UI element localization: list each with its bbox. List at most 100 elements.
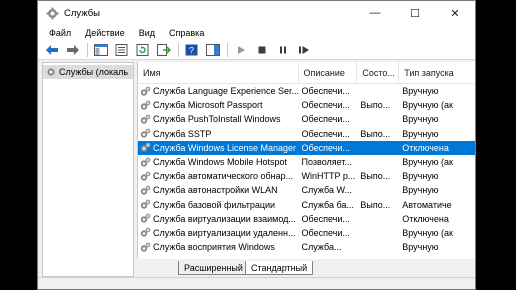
table-row[interactable]: Служба восприятия Windows Служба... Вручну… — [138, 240, 475, 254]
service-startup-type-cell-text: Отключена — [402, 213, 449, 224]
menu-action[interactable]: Действие — [78, 28, 132, 38]
properties-icon[interactable] — [114, 42, 130, 58]
service-status-cell: Выпо... — [357, 98, 399, 112]
menu-view[interactable]: Вид — [132, 28, 162, 38]
service-description-cell: Обеспечи... — [299, 112, 358, 126]
back-icon[interactable] — [44, 42, 60, 58]
service-name-cell: Служба Microsoft Passport — [138, 98, 299, 112]
export-list-icon[interactable] — [156, 42, 172, 58]
service-startup-type-cell: Вручную — [399, 84, 475, 98]
table-row[interactable]: Служба Language Experience Ser... Обеспеч… — [138, 84, 475, 98]
maximize-button[interactable]: ☐ — [395, 1, 435, 25]
services-window: Службы — ☐ ✕ Файл Действие Вид Справка ?… — [37, 0, 476, 290]
table-row[interactable]: Служба автоматического обнар... WinHTTP p… — [138, 169, 475, 183]
forward-icon[interactable] — [65, 42, 81, 58]
service-startup-type-cell: Вручную — [399, 169, 475, 183]
service-name-cell: Служба Windows License Manager — [138, 141, 299, 155]
service-description-cell: Служба W... — [299, 183, 358, 197]
service-startup-type-cell: Отключена — [399, 141, 475, 155]
service-status-cell: Выпо... — [357, 127, 399, 141]
table-row[interactable]: Служба автонастройки WLAN Служба W... Вруч… — [138, 183, 475, 197]
title-bar[interactable]: Службы — ☐ ✕ — [38, 1, 475, 25]
table-row[interactable]: Служба базовой фильтрации Служба ба... Вып… — [138, 198, 475, 212]
service-startup-type-cell-text: Автоматиче — [402, 199, 452, 210]
service-name-cell-text: Служба восприятия Windows — [153, 242, 275, 253]
gear-icon — [140, 86, 151, 96]
pause-service-icon[interactable] — [275, 42, 291, 58]
menu-file[interactable]: Файл — [42, 28, 78, 38]
services-list-pane: Имя Описание Состо... Тип запуска Служба… — [137, 62, 475, 259]
column-header-status[interactable]: Состо... — [357, 62, 400, 84]
service-name-cell: Служба автонастройки WLAN — [138, 183, 299, 197]
service-description-cell: Обеспечи... — [299, 141, 358, 155]
svg-text:?: ? — [189, 46, 194, 56]
service-status-cell-text: Выпо... — [360, 100, 391, 111]
service-startup-type-cell: Вручную (ак — [399, 98, 475, 112]
tab-standard[interactable]: Стандартный — [245, 261, 314, 275]
service-startup-type-cell: Автоматиче — [399, 198, 475, 212]
restart-service-icon[interactable] — [296, 42, 312, 58]
refresh-icon[interactable] — [135, 42, 151, 58]
table-row[interactable]: Служба Microsoft Passport Обеспечи... Выпо… — [138, 98, 475, 112]
service-status-cell — [357, 240, 399, 254]
service-description-cell-text: Служба W... — [301, 185, 352, 196]
service-status-cell: Выпо... — [357, 198, 399, 212]
table-row[interactable]: Служба виртуализации удаленн... Обеспечи.… — [138, 226, 475, 240]
column-header-startup-type[interactable]: Тип запуска — [399, 62, 475, 84]
gear-icon — [140, 199, 151, 209]
gear-icon — [140, 128, 151, 138]
table-row[interactable]: Служба PushToInstall Windows Обеспечи... В… — [138, 112, 475, 126]
service-description-cell: Обеспечи... — [299, 98, 358, 112]
tree-item-services-local[interactable]: Службы (локаль — [43, 65, 133, 79]
gear-icon — [140, 242, 151, 252]
service-name-cell-text: Служба Windows License Manager — [153, 142, 296, 153]
column-headers: Имя Описание Состо... Тип запуска — [138, 62, 475, 84]
service-description-cell: Обеспечи... — [299, 84, 358, 98]
service-description-cell-text: Обеспечи... — [301, 86, 350, 97]
column-header-name[interactable]: Имя — [138, 62, 299, 84]
menu-help[interactable]: Справка — [162, 28, 211, 38]
service-status-cell — [357, 226, 399, 240]
service-name-cell: Служба виртуализации удаленн... — [138, 226, 299, 240]
services-app-icon — [46, 7, 59, 19]
stop-service-icon[interactable] — [254, 42, 270, 58]
service-startup-type-cell-text: Вручную — [402, 242, 439, 253]
service-description-cell: Обеспечи... — [299, 226, 358, 240]
toolbar-separator — [87, 43, 88, 57]
service-name-cell: Служба базовой фильтрации — [138, 198, 299, 212]
minimize-button[interactable]: — — [355, 1, 395, 25]
table-row[interactable]: Служба Windows Mobile Hotspot Позволяет..… — [138, 155, 475, 169]
service-status-cell — [357, 183, 399, 197]
table-row[interactable]: Служба SSTP Обеспечи... Выпо... Вручную — [138, 127, 475, 141]
service-name-cell-text: Служба SSTP — [153, 128, 212, 139]
close-button[interactable]: ✕ — [435, 1, 475, 25]
gear-icon — [140, 171, 151, 181]
service-name-cell: Служба SSTP — [138, 127, 299, 141]
view-tabs: Расширенный Стандартный — [137, 259, 475, 277]
help-icon[interactable]: ? — [184, 42, 200, 58]
service-startup-type-cell: Вручную — [399, 112, 475, 126]
service-startup-type-cell: Вручную (ак — [399, 155, 475, 169]
service-description-cell-text: Обеспечи... — [301, 227, 350, 238]
service-status-cell-text: Выпо... — [360, 171, 391, 182]
service-startup-type-cell: Вручную — [399, 127, 475, 141]
table-row[interactable]: Служба виртуализации взаимод... Обеспечи.… — [138, 212, 475, 226]
start-service-icon[interactable] — [233, 42, 249, 58]
service-name-cell-text: Служба виртуализации удаленн... — [153, 227, 296, 238]
service-name-cell: Служба восприятия Windows — [138, 240, 299, 254]
service-startup-type-cell: Вручную (ак — [399, 226, 475, 240]
console-tree-icon[interactable] — [93, 42, 109, 58]
gear-icon — [140, 157, 151, 167]
service-description-cell-text: Обеспечи... — [301, 213, 350, 224]
service-name-cell-text: Служба виртуализации взаимод... — [153, 213, 296, 224]
show-hide-pane-icon[interactable] — [205, 42, 221, 58]
gear-icon — [140, 213, 151, 223]
service-startup-type-cell-text: Вручную (ак — [402, 227, 453, 238]
service-status-cell: Выпо... — [357, 169, 399, 183]
table-row[interactable]: Служба Windows License Manager Обеспечи..… — [138, 140, 475, 155]
gear-icon — [140, 100, 151, 110]
tab-extended[interactable]: Расширенный — [178, 261, 249, 275]
service-startup-type-cell-text: Вручную — [402, 128, 439, 139]
column-header-description[interactable]: Описание — [299, 62, 358, 84]
service-name-cell-text: Служба автоматического обнар... — [153, 171, 294, 182]
